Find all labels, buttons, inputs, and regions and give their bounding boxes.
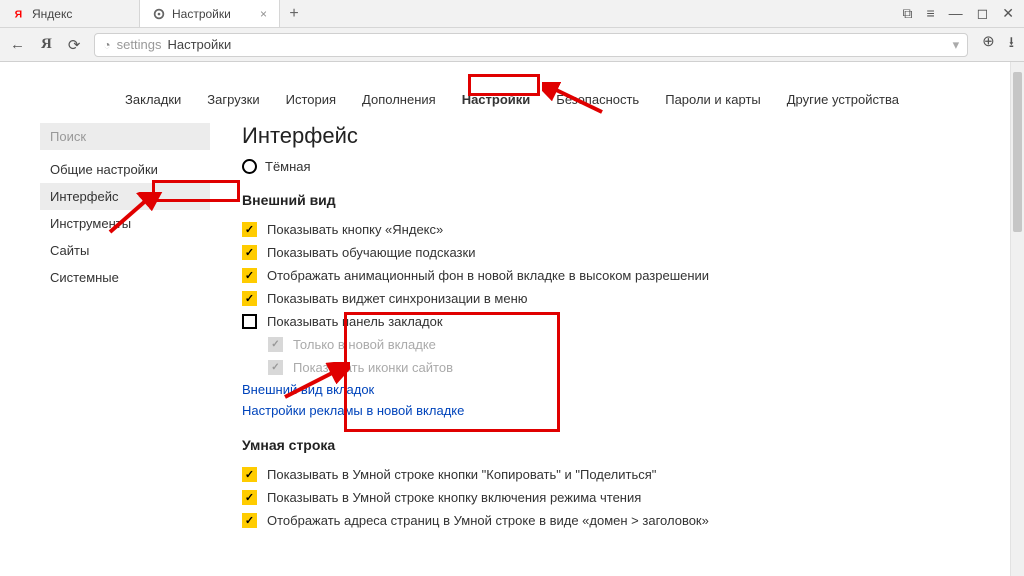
checkbox-label: Показывать кнопку «Яндекс» — [267, 222, 443, 237]
checkbox-label: Показывать виджет синхронизации в меню — [267, 291, 528, 306]
checkbox[interactable]: ✓ — [242, 291, 257, 306]
minimize-icon[interactable]: — — [949, 5, 963, 22]
nav-tab-downloads[interactable]: Загрузки — [203, 90, 263, 109]
checkbox[interactable]: ✓ — [242, 490, 257, 505]
link-newtab-ads[interactable]: Настройки рекламы в новой вкладке — [242, 400, 968, 421]
window-controls: ⧉ ≡ — ◻ ✕ — [902, 5, 1024, 22]
checkbox[interactable]: ✓ — [242, 222, 257, 237]
checkbox-label: Отображать адреса страниц в Умной строке… — [267, 513, 709, 528]
checkbox[interactable]: ✓ — [242, 245, 257, 260]
nav-tab-bookmarks[interactable]: Закладки — [121, 90, 185, 109]
nav-tab-history[interactable]: История — [282, 90, 340, 109]
sidebar-item-system[interactable]: Системные — [40, 264, 210, 291]
browser-tab-settings[interactable]: Настройки × — [140, 0, 280, 27]
yandex-home-icon[interactable]: Я — [41, 36, 52, 53]
sidebar-item-interface[interactable]: Интерфейс — [40, 183, 210, 210]
gear-icon — [152, 7, 166, 21]
settings-sidebar: Поиск Общие настройки Интерфейс Инструме… — [40, 123, 210, 576]
browser-toolbar: ← Я ⟳ ◔ settings Настройки ▾ ⊕ ⭳ — [0, 28, 1024, 62]
checkbox-disabled — [268, 337, 283, 352]
appearance-heading: Внешний вид — [242, 192, 968, 208]
new-tab-button[interactable]: + — [280, 5, 308, 23]
theme-dark-label: Тёмная — [265, 159, 311, 174]
checkbox[interactable]: ✓ — [242, 467, 257, 482]
browser-tab-yandex[interactable]: Я Яндекс — [0, 0, 140, 27]
site-info-icon[interactable]: ◔ — [103, 38, 110, 52]
smartbar-heading: Умная строка — [242, 437, 968, 453]
nav-tab-security[interactable]: Безопасность — [552, 90, 643, 109]
settings-page: Закладки Загрузки История Дополнения Нас… — [0, 62, 1024, 576]
close-tab-icon[interactable]: × — [260, 7, 267, 21]
back-icon[interactable]: ← — [10, 36, 25, 53]
settings-navbar: Закладки Загрузки История Дополнения Нас… — [40, 82, 984, 123]
yandex-favicon-icon: Я — [12, 7, 26, 21]
address-bar[interactable]: ◔ settings Настройки ▾ — [94, 33, 968, 57]
nav-tab-addons[interactable]: Дополнения — [358, 90, 440, 109]
browser-tabbar: Я Яндекс Настройки × + ⧉ ≡ — ◻ ✕ — [0, 0, 1024, 28]
svg-text:Я: Я — [15, 8, 23, 20]
checkbox-label: Показывать обучающие подсказки — [267, 245, 475, 260]
menu-icon[interactable]: ≡ — [926, 5, 934, 22]
omnibox-prefix: settings — [117, 37, 162, 52]
nav-tab-devices[interactable]: Другие устройства — [783, 90, 903, 109]
settings-main: Интерфейс Тёмная Внешний вид ✓ Показывать… — [242, 123, 984, 576]
downloads-icon[interactable]: ⭳ — [1009, 32, 1014, 57]
browser-tab-label: Настройки — [172, 7, 231, 21]
checkbox-label: Отображать анимационный фон в новой вкла… — [267, 268, 709, 283]
checkbox-label: Показывать в Умной строке кнопку включен… — [267, 490, 641, 505]
nav-tab-settings[interactable]: Настройки — [458, 90, 535, 109]
checkbox-disabled — [268, 360, 283, 375]
omnibox-text: Настройки — [167, 37, 231, 52]
switch-window-icon[interactable]: ⧉ — [902, 5, 912, 22]
sidebar-item-sites[interactable]: Сайты — [40, 237, 210, 264]
theme-dark-radio[interactable] — [242, 159, 257, 174]
nav-tab-passwords[interactable]: Пароли и карты — [661, 90, 765, 109]
vertical-scrollbar[interactable] — [1010, 62, 1024, 576]
browser-tab-label: Яндекс — [32, 7, 72, 21]
link-tab-appearance[interactable]: Внешний вид вкладок — [242, 379, 968, 400]
reload-icon[interactable]: ⟳ — [68, 36, 81, 54]
checkbox[interactable]: ✓ — [242, 268, 257, 283]
checkbox-label: Только в новой вкладке — [293, 337, 436, 352]
sidebar-item-tools[interactable]: Инструменты — [40, 210, 210, 237]
checkbox-label: Показывать панель закладок — [267, 314, 443, 329]
checkbox[interactable]: ✓ — [242, 513, 257, 528]
checkbox-label: Показывать иконки сайтов — [293, 360, 453, 375]
extensions-icon[interactable]: ⊕ — [982, 32, 995, 57]
maximize-icon[interactable]: ◻ — [977, 5, 989, 22]
close-window-icon[interactable]: ✕ — [1002, 5, 1014, 22]
checkbox-bookmarks-panel[interactable] — [242, 314, 257, 329]
checkbox-label: Показывать в Умной строке кнопки "Копиро… — [267, 467, 656, 482]
page-title: Интерфейс — [242, 123, 968, 149]
sidebar-search-input[interactable]: Поиск — [40, 123, 210, 150]
bookmark-star-icon[interactable]: ▾ — [953, 37, 960, 53]
sidebar-item-general[interactable]: Общие настройки — [40, 156, 210, 183]
